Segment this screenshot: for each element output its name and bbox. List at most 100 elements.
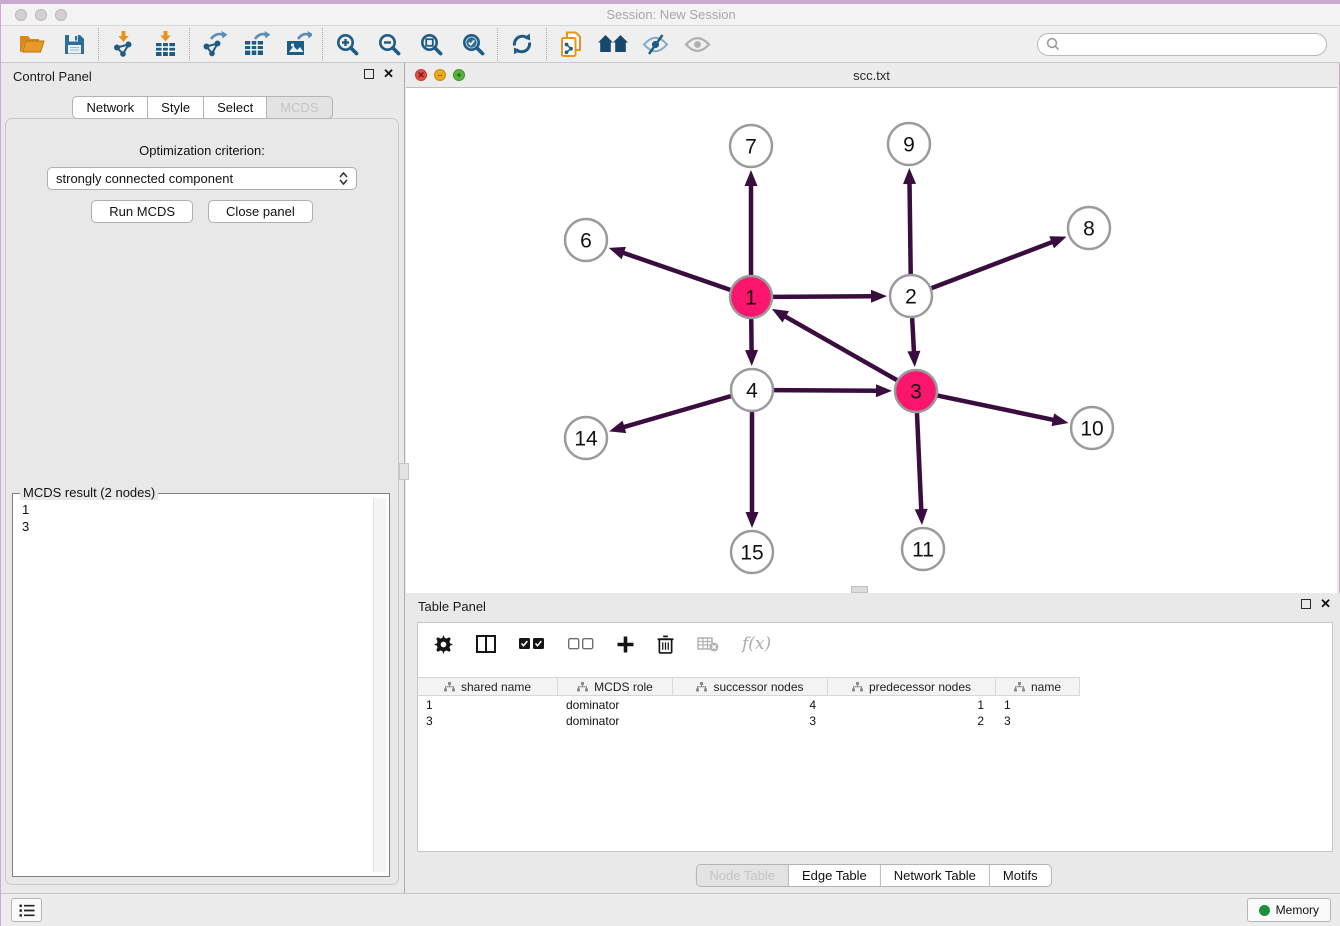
import-network-button[interactable] (102, 28, 144, 60)
zoom-selected-button[interactable] (452, 28, 494, 60)
column-header-label: successor nodes (713, 680, 803, 694)
clone-network-button[interactable] (550, 28, 592, 60)
result-scrollbar[interactable] (373, 498, 386, 872)
zoom-selected-icon (461, 32, 486, 57)
refresh-button[interactable] (501, 28, 543, 60)
table-tab-edge-table[interactable]: Edge Table (789, 864, 881, 887)
import-table-button[interactable] (144, 28, 186, 60)
edge-2-9[interactable] (910, 182, 911, 274)
edge-2-3[interactable] (912, 318, 914, 353)
close-view-icon[interactable]: ✕ (415, 69, 427, 81)
control-panel-header: Control Panel (1, 63, 404, 89)
close-panel-icon[interactable]: ✕ (383, 69, 394, 79)
arrowhead-icon (745, 350, 758, 366)
export-image-icon (285, 31, 312, 57)
mcds-result-item: 1 (22, 501, 380, 518)
network-title: scc.txt (406, 68, 1337, 83)
table-cell: 1 (418, 697, 558, 713)
table-cell: 3 (673, 713, 828, 729)
zoom-fit-button[interactable] (410, 28, 452, 60)
table-cell: dominator (558, 697, 673, 713)
export-table-button[interactable] (235, 28, 277, 60)
delete-table-button[interactable] (697, 637, 719, 652)
optimization-label: Optimization criterion: (6, 143, 398, 158)
import-table-icon (152, 31, 178, 57)
show-graphics-button[interactable] (676, 28, 718, 60)
edge-3-11[interactable] (917, 413, 921, 511)
column-type-icon (444, 682, 455, 692)
edge-1-2[interactable] (773, 296, 873, 297)
table-row[interactable]: 3dominator323 (418, 713, 1080, 729)
search-input[interactable] (1065, 37, 1318, 51)
table-panel-header: Table Panel (406, 593, 1340, 619)
edge-1-6[interactable] (622, 252, 730, 289)
table-tab-node-table[interactable]: Node Table (695, 864, 789, 887)
edge-4-14[interactable] (623, 396, 731, 427)
optimization-select[interactable]: strongly connected component (47, 167, 357, 190)
column-header-successor-nodes[interactable]: successor nodes (673, 678, 828, 695)
column-header-MCDS-role[interactable]: MCDS role (558, 678, 673, 695)
network-graph[interactable]: 1234678910111415 (406, 88, 1337, 593)
minimize-view-icon[interactable]: – (434, 69, 446, 81)
close-table-panel-icon[interactable]: ✕ (1320, 599, 1331, 609)
tab-network[interactable]: Network (72, 96, 148, 119)
table-cell: 2 (828, 713, 996, 729)
table-tab-network-table[interactable]: Network Table (881, 864, 990, 887)
mcds-result-box: MCDS result (2 nodes) 13 (12, 493, 390, 877)
hide-graphics-button[interactable] (634, 28, 676, 60)
create-column-button[interactable] (617, 636, 634, 653)
export-image-button[interactable] (277, 28, 319, 60)
float-table-panel-icon[interactable] (1301, 599, 1311, 609)
vertical-split-grip[interactable] (399, 463, 409, 480)
mcds-panel: Optimization criterion: strongly connect… (5, 118, 399, 885)
search-field[interactable] (1037, 33, 1327, 56)
show-panels-button[interactable] (11, 898, 42, 922)
save-session-button[interactable] (53, 28, 95, 60)
zoom-out-button[interactable] (368, 28, 410, 60)
mcds-result-list[interactable]: 13 (13, 494, 389, 542)
open-session-button[interactable] (11, 28, 53, 60)
tab-style[interactable]: Style (148, 96, 204, 119)
zoom-in-button[interactable] (326, 28, 368, 60)
table-cell: 3 (418, 713, 558, 729)
close-panel-button[interactable]: Close panel (208, 200, 313, 223)
arrowhead-icon (903, 168, 916, 184)
network-window-controls[interactable]: ✕–+ (415, 69, 465, 81)
maximize-view-icon[interactable]: + (453, 69, 465, 81)
control-panel-tabs: NetworkStyleSelectMCDS (1, 96, 404, 119)
edge-2-8[interactable] (932, 242, 1054, 289)
table-tab-motifs[interactable]: Motifs (990, 864, 1052, 887)
column-header-shared-name[interactable]: shared name (418, 678, 558, 695)
column-header-predecessor-nodes[interactable]: predecessor nodes (828, 678, 996, 695)
table-row[interactable]: 1dominator411 (418, 697, 1080, 713)
table-settings-button[interactable] (434, 635, 453, 654)
tab-mcds[interactable]: MCDS (267, 96, 332, 119)
select-all-columns-button[interactable] (519, 638, 545, 650)
node-label: 8 (1083, 218, 1095, 241)
horizontal-split-grip[interactable] (851, 586, 868, 593)
delete-column-button[interactable] (657, 635, 674, 654)
column-header-label: MCDS role (594, 680, 653, 694)
column-type-icon (1014, 682, 1025, 692)
export-network-button[interactable] (193, 28, 235, 60)
node-label: 2 (905, 286, 917, 309)
edge-3-10[interactable] (938, 396, 1055, 421)
show-column-button[interactable] (476, 635, 496, 653)
run-mcds-button[interactable]: Run MCDS (91, 200, 193, 223)
toolbar-separator (322, 28, 323, 61)
network-canvas[interactable]: 1234678910111415 (406, 88, 1337, 593)
edge-3-1[interactable] (784, 316, 897, 380)
home-button[interactable] (592, 28, 634, 60)
float-panel-icon[interactable] (364, 69, 374, 79)
function-builder-button[interactable]: f(x) (742, 634, 771, 654)
unselect-all-columns-button[interactable] (568, 638, 594, 650)
edge-4-3[interactable] (774, 390, 878, 391)
tab-select[interactable]: Select (204, 96, 267, 119)
memory-button[interactable]: Memory (1247, 898, 1331, 922)
export-network-icon (201, 31, 228, 57)
export-table-icon (243, 31, 270, 57)
column-type-icon (696, 682, 707, 692)
column-header-name[interactable]: name (996, 678, 1080, 695)
unchecked-boxes-icon (568, 638, 594, 650)
control-panel-title: Control Panel (13, 69, 92, 84)
